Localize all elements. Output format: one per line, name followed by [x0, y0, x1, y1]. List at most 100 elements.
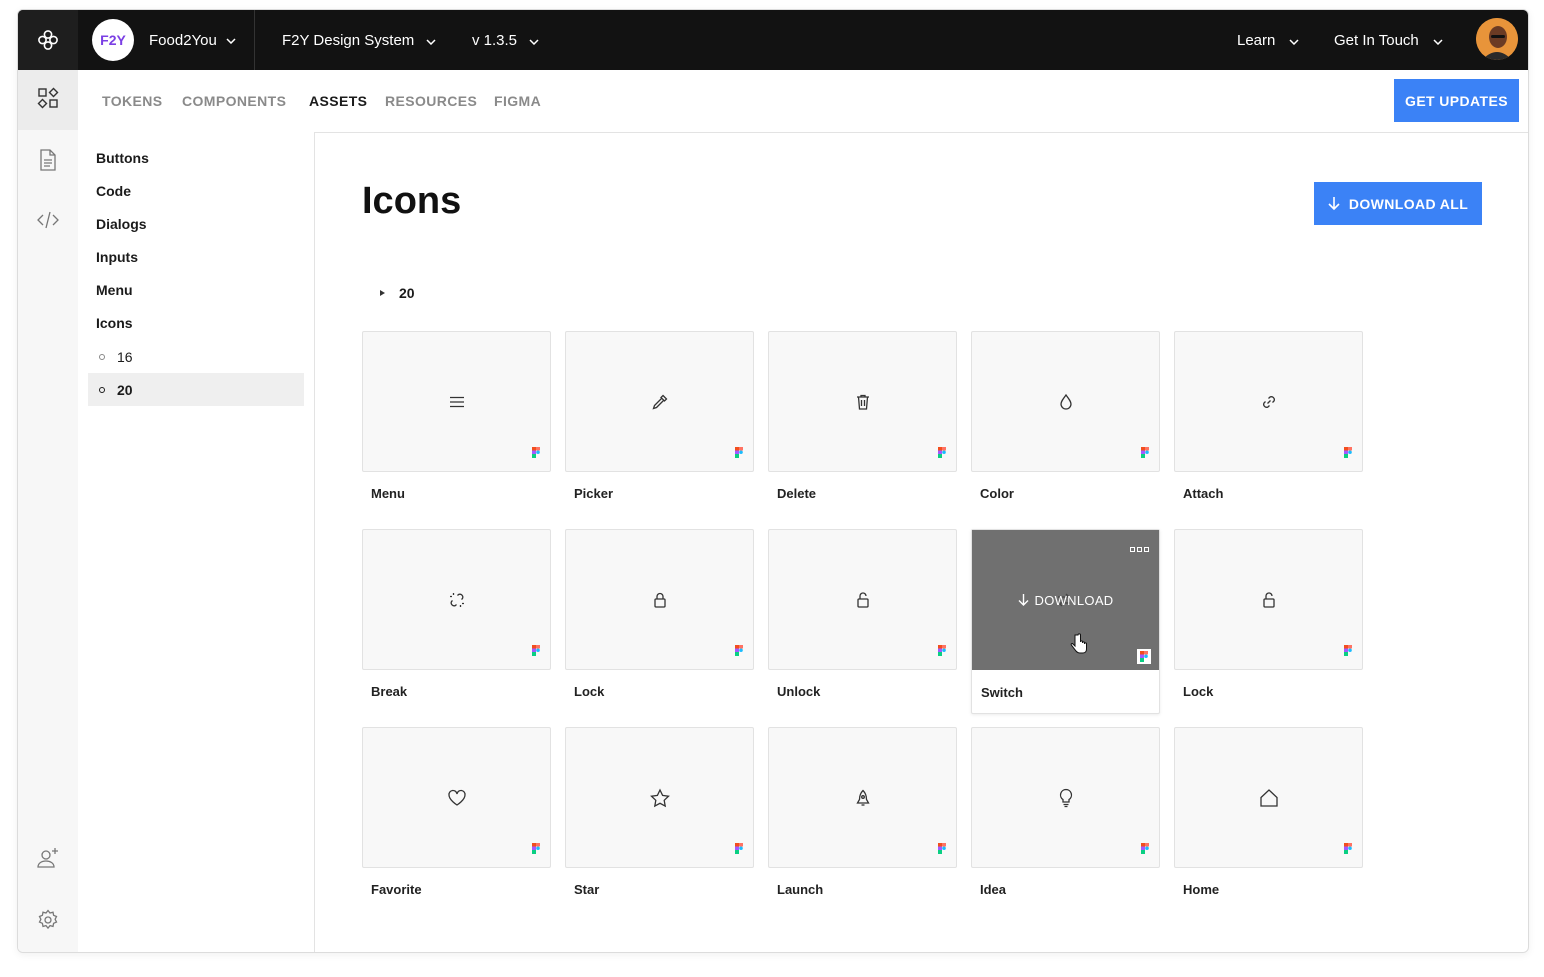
get-updates-button[interactable]: GET UPDATES [1394, 79, 1519, 122]
avatar[interactable] [1476, 18, 1518, 60]
sidebar-item-menu[interactable]: Menu [96, 282, 133, 298]
icon-card-lock[interactable] [565, 529, 754, 670]
figma-icon [532, 643, 540, 661]
add-user-icon [36, 846, 60, 875]
sidebar-subitem-20[interactable]: 20 [88, 373, 304, 406]
icon-label: Lock [1183, 684, 1214, 699]
icon-card-break[interactable] [362, 529, 551, 670]
get-in-touch-menu[interactable]: Get In Touch [1334, 10, 1443, 70]
icon-card-home[interactable] [1174, 727, 1363, 868]
page-title: Icons [362, 180, 462, 222]
icon-label: Home [1183, 882, 1220, 897]
figma-icon [1141, 445, 1149, 463]
chevron-down-icon [226, 31, 236, 49]
learn-menu[interactable]: Learn [1237, 10, 1299, 70]
icon-label: Delete [777, 486, 817, 501]
figma-icon [735, 643, 743, 661]
icon-card-unlock[interactable] [768, 529, 957, 670]
icon-label: Unlock [777, 684, 821, 699]
icon-card-menu[interactable] [362, 331, 551, 472]
rail-settings-button[interactable] [18, 892, 78, 952]
download-label: DOWNLOAD [1034, 592, 1114, 608]
version-label: v 1.3.5 [472, 31, 518, 49]
version-dropdown[interactable]: v 1.3.5 [472, 10, 539, 70]
sidebar-item-code[interactable]: Code [96, 183, 131, 199]
icon-card-attach[interactable] [1174, 331, 1363, 472]
document-icon [38, 148, 58, 176]
icon-label: Attach [1183, 486, 1224, 501]
picker-icon [651, 393, 669, 411]
sidebar-item-icons[interactable]: Icons [96, 315, 133, 331]
icon-card-delete[interactable] [768, 331, 957, 472]
figma-icon [1344, 445, 1352, 463]
sidebar-subitem-label: 16 [117, 348, 133, 365]
bullet [99, 386, 105, 393]
rail-components-button[interactable] [18, 70, 78, 130]
icon-label: Break [371, 684, 408, 699]
figma-icon [1137, 649, 1151, 664]
download-all-button[interactable]: DOWNLOAD ALL [1314, 182, 1482, 225]
more-options-icon[interactable] [1130, 547, 1150, 553]
bullet [99, 353, 105, 360]
unlock-icon [1260, 591, 1278, 609]
download-icon [1018, 593, 1029, 607]
get-in-touch-label: Get In Touch [1334, 31, 1419, 49]
sidebar: Buttons Code Dialogs Inputs Menu Icons 1… [78, 132, 315, 952]
icon-card-switch[interactable]: DOWNLOAD Switch [971, 529, 1160, 714]
figma-icon [532, 445, 540, 463]
sidebar-subitem-label: 20 [117, 381, 133, 398]
caret-right-icon [380, 290, 385, 296]
broken-link-icon [448, 591, 466, 609]
tab-tokens[interactable]: TOKENS [102, 70, 163, 132]
icon-card-launch[interactable] [768, 727, 957, 868]
rocket-icon [854, 789, 872, 807]
icon-card-color[interactable] [971, 331, 1160, 472]
icon-label: Picker [574, 486, 614, 501]
sidebar-item-inputs[interactable]: Inputs [96, 249, 138, 265]
org-badge: F2Y [92, 19, 134, 61]
sidebar-item-dialogs[interactable]: Dialogs [96, 216, 147, 232]
unlock-icon [854, 591, 872, 609]
app-logo-icon[interactable] [18, 10, 78, 70]
rail-docs-button[interactable] [18, 132, 78, 192]
figma-icon [735, 841, 743, 859]
icon-card-star[interactable] [565, 727, 754, 868]
top-bar: F2Y Food2You F2Y Design System v 1.3.5 L… [18, 10, 1528, 70]
tab-assets[interactable]: ASSETS [309, 70, 367, 132]
chevron-down-icon [1433, 32, 1443, 49]
chevron-down-icon [529, 32, 539, 49]
link-icon [1260, 393, 1278, 411]
tab-resources[interactable]: RESOURCES [385, 70, 477, 132]
code-icon [36, 211, 60, 234]
project-name: F2Y Design System [282, 31, 415, 49]
left-rail [18, 70, 79, 952]
tab-figma[interactable]: FIGMA [494, 70, 541, 132]
tab-components[interactable]: COMPONENTS [182, 70, 286, 132]
figma-icon [1141, 841, 1149, 859]
icon-card-lock-open[interactable] [1174, 529, 1363, 670]
group-size-label: 20 [399, 285, 415, 301]
figma-icon [532, 841, 540, 859]
section-nav: TOKENS COMPONENTS ASSETS RESOURCES FIGMA… [78, 70, 1528, 133]
shapes-icon [37, 87, 59, 114]
project-dropdown[interactable]: F2Y Design System [282, 10, 436, 70]
org-switcher[interactable]: F2Y Food2You [92, 18, 236, 62]
sidebar-subitem-16[interactable]: 16 [88, 340, 304, 373]
sidebar-item-buttons[interactable]: Buttons [96, 150, 149, 166]
icon-card-favorite[interactable] [362, 727, 551, 868]
rail-add-user-button[interactable] [18, 830, 78, 890]
icon-label: Launch [777, 882, 824, 897]
download-all-label: DOWNLOAD ALL [1348, 195, 1469, 212]
icon-card-idea[interactable] [971, 727, 1160, 868]
icon-card-picker[interactable] [565, 331, 754, 472]
icon-label: Idea [980, 882, 1007, 897]
trash-icon [854, 393, 872, 411]
figma-icon [938, 445, 946, 463]
card-hover-overlay: DOWNLOAD [972, 530, 1159, 670]
rail-code-button[interactable] [18, 192, 78, 252]
divider [254, 10, 255, 70]
pointer-cursor-icon [1069, 633, 1089, 655]
icon-size-group-toggle[interactable]: 20 [380, 285, 415, 301]
org-name: Food2You [149, 31, 217, 49]
icon-label: Color [980, 486, 1014, 501]
